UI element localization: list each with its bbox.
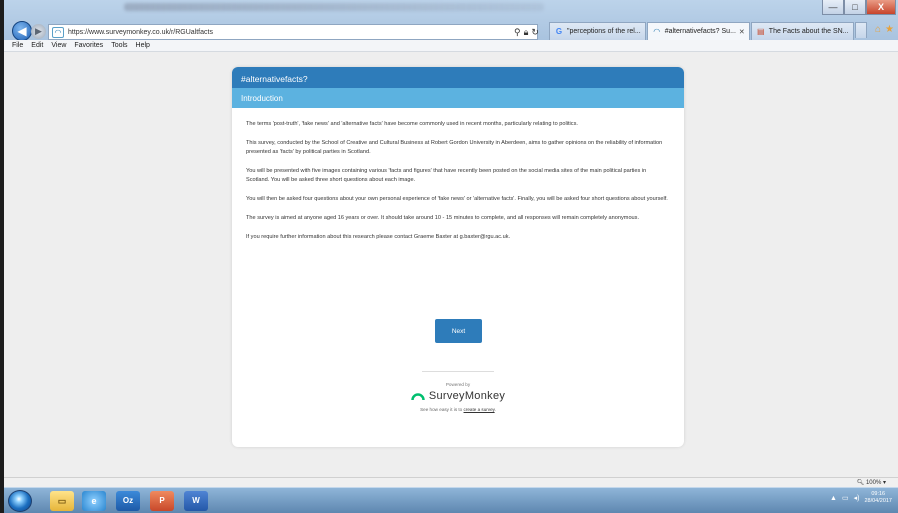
google-icon: G — [555, 26, 563, 36]
surveymonkey-brand[interactable]: SurveyMonkey — [232, 390, 684, 402]
search-icon[interactable]: ⚲ — [514, 27, 521, 38]
intro-text: The terms 'post-truth', 'fake news' and … — [232, 108, 684, 242]
system-tray: ▲ ▭ ◂) 09:16 28/04/2017 — [830, 491, 892, 505]
minimize-button[interactable]: — — [822, 0, 844, 15]
page-header: Introduction — [232, 88, 684, 108]
menu-tools[interactable]: Tools — [111, 42, 127, 49]
menu-view[interactable]: View — [51, 42, 66, 49]
tab-label: The Facts about the SN... — [768, 28, 849, 35]
menu-file[interactable]: File — [12, 42, 23, 49]
word-taskbar-icon[interactable]: W — [184, 491, 208, 511]
tab-google-search[interactable]: G "perceptions of the rel... — [549, 22, 646, 40]
menu-bar: File Edit View Favorites Tools Help — [4, 40, 898, 52]
back-button[interactable]: ◀ — [12, 21, 32, 41]
tagline-suffix: . — [494, 407, 496, 412]
maximize-button[interactable]: □ — [844, 0, 866, 15]
tagline: See how easy it is to create a survey. — [232, 407, 684, 412]
start-button[interactable] — [8, 490, 32, 512]
address-tools: ⚲ 🔒︎ ↻ — [514, 24, 539, 40]
survey-card: #alternativefacts? Introduction The term… — [232, 67, 684, 447]
show-hidden-icons-icon[interactable]: ▲ — [830, 495, 837, 502]
survey-title: #alternativefacts? — [232, 67, 684, 88]
zoom-value: 100% — [865, 480, 882, 486]
document-icon: ▤ — [757, 26, 765, 36]
tab-alternativefacts[interactable]: ◠ #alternativefacts? Su... ✕ — [646, 22, 750, 40]
blurred-window-title — [124, 3, 544, 11]
zoom-level[interactable]: 🔍︎ 100% ▾ — [857, 479, 886, 486]
outlook-taskbar-icon[interactable]: Oz — [116, 491, 140, 511]
network-icon[interactable]: ▭ — [842, 494, 849, 502]
new-tab-button[interactable] — [854, 22, 867, 38]
tagline-prefix: See how easy it is to — [420, 407, 464, 412]
menu-favorites[interactable]: Favorites — [74, 42, 103, 49]
brand-name: SurveyMonkey — [428, 390, 506, 402]
back-arrow-icon: ◀ — [17, 24, 27, 38]
clock-time: 09:16 — [871, 491, 886, 497]
address-bar[interactable]: ◠ https://www.surveymonkey.co.uk/r/RGUal… — [48, 24, 538, 40]
browser-titlebar: — □ X ◀ ▶ ◠ https://www.surveymonkey.co.… — [4, 0, 898, 41]
clock-date: 28/04/2017 — [864, 498, 892, 504]
clock[interactable]: 09:16 28/04/2017 — [864, 491, 892, 505]
home-icon[interactable]: ⌂ — [875, 24, 881, 35]
intro-paragraph: If you require further information about… — [246, 234, 511, 240]
internet-explorer-taskbar-icon[interactable]: e — [82, 491, 106, 511]
next-button[interactable]: Next — [435, 319, 482, 343]
refresh-icon[interactable]: ↻ — [531, 27, 539, 38]
intro-paragraph: The survey is aimed at anyone aged 16 ye… — [246, 215, 640, 221]
favorites-star-icon[interactable]: ★ — [885, 24, 894, 35]
screen: — □ X ◀ ▶ ◠ https://www.surveymonkey.co.… — [4, 0, 898, 513]
intro-paragraph: The terms 'post-truth', 'fake news' and … — [246, 121, 578, 127]
close-button[interactable]: X — [866, 0, 896, 15]
forward-button[interactable]: ▶ — [31, 24, 46, 39]
powered-by-text: Powered by — [445, 382, 471, 387]
surveymonkey-favicon-icon: ◠ — [52, 26, 64, 38]
explorer-taskbar-icon[interactable]: ▭ — [50, 491, 74, 511]
close-tab-icon[interactable]: ✕ — [739, 28, 745, 36]
zoom-icon: 🔍︎ — [856, 480, 866, 486]
lock-icon[interactable]: 🔒︎ — [524, 27, 529, 38]
menu-edit[interactable]: Edit — [31, 42, 43, 49]
window-controls: — □ X — [822, 0, 896, 15]
tab-label: "perceptions of the rel... — [567, 28, 641, 35]
surveymonkey-icon: ◠ — [653, 26, 661, 36]
taskbar: ▭ e Oz P W ▲ ▭ ◂) 09:16 28/04/2017 — [4, 487, 898, 513]
status-bar: 🔍︎ 100% ▾ — [4, 477, 898, 487]
powerpoint-taskbar-icon[interactable]: P — [150, 491, 174, 511]
intro-paragraph: You will then be asked four questions ab… — [246, 196, 668, 202]
surveymonkey-logo-icon — [411, 392, 425, 400]
forward-arrow-icon: ▶ — [35, 26, 42, 36]
menu-help[interactable]: Help — [136, 42, 150, 49]
footer-divider — [422, 371, 494, 372]
create-survey-link[interactable]: create a survey — [464, 407, 495, 412]
volume-icon[interactable]: ◂) — [854, 494, 860, 502]
tab-label: #alternativefacts? Su... — [664, 28, 736, 35]
intro-paragraph: This survey, conducted by the School of … — [246, 140, 663, 155]
tab-facts-snp[interactable]: ▤ The Facts about the SN... — [750, 22, 854, 40]
page-viewport: #alternativefacts? Introduction The term… — [4, 53, 898, 477]
address-url: https://www.surveymonkey.co.uk/r/RGUaltf… — [68, 28, 213, 36]
tab-strip: G "perceptions of the rel... ◠ #alternat… — [549, 22, 867, 40]
browser-icons: ⌂ ★ — [875, 24, 894, 35]
intro-paragraph: You will be presented with five images c… — [246, 168, 647, 183]
